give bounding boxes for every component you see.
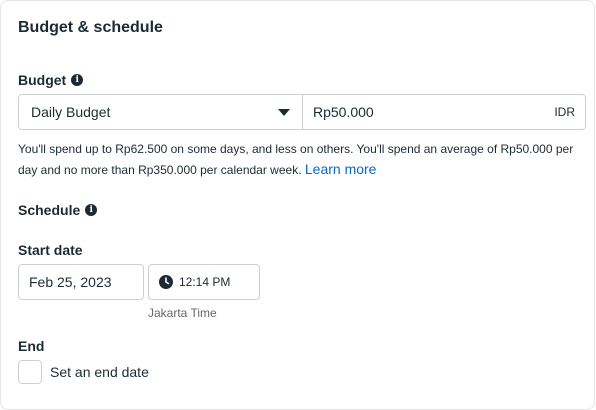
schedule-label-row: Schedule i — [18, 202, 98, 218]
start-date-input[interactable]: Feb 25, 2023 — [18, 264, 144, 300]
budget-field-group: Daily Budget IDR — [18, 94, 586, 130]
schedule-label: Schedule — [18, 202, 81, 218]
start-date-label: Start date — [18, 242, 83, 258]
info-icon[interactable]: i — [71, 74, 84, 86]
timezone-label: Jakarta Time — [148, 306, 217, 320]
budget-help-line: You'll spend up to Rp62.500 on some days… — [18, 142, 574, 177]
budget-schedule-card: Budget & schedule Budget i Daily Budget … — [0, 0, 595, 410]
end-label: End — [18, 338, 45, 354]
budget-type-value: Daily Budget — [31, 104, 111, 120]
chevron-down-icon — [278, 108, 290, 116]
start-time-value: 12:14 PM — [179, 275, 231, 289]
start-time-input[interactable]: 12:14 PM — [148, 264, 260, 300]
info-icon[interactable]: i — [85, 204, 98, 216]
budget-amount-field[interactable]: IDR — [303, 95, 585, 129]
budget-help-text: You'll spend up to Rp62.500 on some days… — [18, 139, 578, 180]
budget-label-row: Budget i — [18, 72, 84, 88]
budget-type-dropdown[interactable]: Daily Budget — [19, 95, 303, 129]
currency-label: IDR — [554, 105, 575, 119]
section-title: Budget & schedule — [18, 19, 163, 36]
start-date-value: Feb 25, 2023 — [29, 274, 112, 290]
learn-more-link[interactable]: Learn more — [305, 161, 377, 177]
end-date-checkbox-label[interactable]: Set an end date — [50, 364, 149, 380]
end-date-checkbox[interactable] — [18, 360, 42, 384]
clock-icon — [159, 275, 173, 289]
budget-amount-input[interactable] — [313, 104, 513, 120]
budget-label: Budget — [18, 72, 67, 88]
